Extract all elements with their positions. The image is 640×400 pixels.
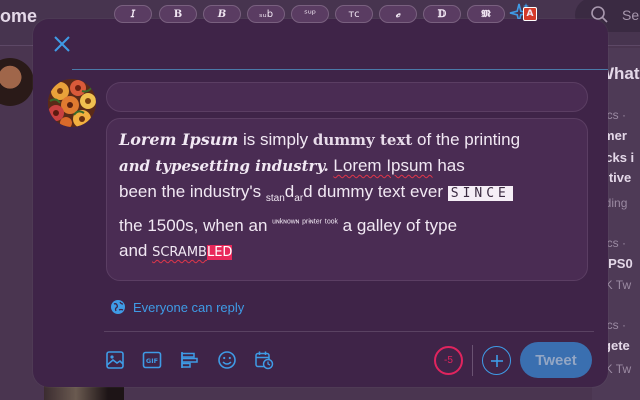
plus-icon xyxy=(490,354,503,367)
emoji-icon[interactable] xyxy=(216,349,238,371)
text-superscript: ᵘᶰᵏᶰᵒʷᶰ ᵖʳᶤᶰᵗᵉʳ ᵗᵒᵒᵏ xyxy=(272,218,338,229)
text-script: and typesetting industry. xyxy=(119,157,329,175)
close-icon[interactable] xyxy=(52,34,72,54)
avatar[interactable] xyxy=(0,58,34,106)
text-plain: of the printing xyxy=(412,130,521,149)
editor-line: Lorem Ipsum is simply dummy text of the … xyxy=(119,127,575,153)
timeline-image xyxy=(44,385,124,400)
globe-icon xyxy=(111,300,125,314)
fraktur-button[interactable]: 𝕸 xyxy=(467,5,505,23)
tweet-button[interactable]: Tweet xyxy=(520,342,592,378)
tweet-text-editor[interactable]: Lorem Ipsum is simply dummy text of the … xyxy=(106,118,588,281)
poll-icon[interactable] xyxy=(178,349,200,371)
doublestruck-button[interactable]: 𝔻 xyxy=(423,5,461,23)
schedule-icon[interactable] xyxy=(253,349,275,371)
text-highlighted: LED xyxy=(206,245,233,260)
add-thread-button[interactable] xyxy=(482,346,511,375)
bold-button[interactable]: 𝐁 xyxy=(159,5,197,23)
header-divider xyxy=(72,69,608,70)
counter-divider xyxy=(472,345,473,376)
reply-setting-label: Everyone can reply xyxy=(133,299,245,315)
text-subscript: stan xyxy=(265,193,285,204)
text-plain: d xyxy=(303,182,313,201)
editor-line: the 1500s, when an ᵘᶰᵏᶰᵒʷᶰ ᵖʳᶤᶰᵗᵉʳ ᵗᵒᵒᵏ … xyxy=(119,211,575,238)
text-spaced-box: SINCE xyxy=(447,186,513,201)
text-plain: dummy text ever xyxy=(312,182,448,201)
text-subscript: ar xyxy=(294,193,304,204)
editor-line: and typesetting industry. Lorem Ipsum ha… xyxy=(119,153,575,179)
editor-line: and SCRAMBLED xyxy=(119,238,575,265)
smallcaps-button[interactable]: ᴛᴄ xyxy=(335,5,373,23)
script-button[interactable]: 𝓬 xyxy=(379,5,417,23)
footer-divider xyxy=(104,331,594,332)
avatar[interactable] xyxy=(48,79,96,127)
editor-line: been the industry's standard dummy text … xyxy=(119,179,575,211)
image-icon[interactable] xyxy=(104,349,126,371)
text-smallcaps: SCRAMB xyxy=(152,245,207,260)
reply-setting-button[interactable]: Everyone can reply xyxy=(110,298,244,316)
text-misspelled: Lorem Ipsum xyxy=(333,156,433,175)
svg-text:GIF: GIF xyxy=(146,357,158,365)
flowers-image xyxy=(48,79,96,127)
text-bold-italic: Lorem Ipsum xyxy=(119,130,239,149)
page-title: ome xyxy=(0,6,38,26)
italic-button[interactable]: 𝘐 xyxy=(114,5,152,23)
text-plain: has xyxy=(432,156,465,175)
character-counter: -5 xyxy=(434,346,463,375)
text-plain: is simply xyxy=(238,130,313,149)
text-plain: and xyxy=(119,241,153,260)
text-plain: d xyxy=(284,182,295,201)
superscript-button[interactable]: ˢᵘᵖ xyxy=(291,5,329,23)
subscript-button[interactable]: ₛᵤb xyxy=(247,5,285,23)
gif-icon[interactable]: GIF xyxy=(141,349,163,371)
bold-italic-button[interactable]: 𝑩 xyxy=(203,5,241,23)
text-plain: been the industry's xyxy=(119,182,266,201)
format-toolbar xyxy=(106,82,588,112)
text-plain: a galley of type xyxy=(337,216,458,235)
highlight-button[interactable]: A xyxy=(523,7,537,21)
search-input[interactable]: Se xyxy=(622,7,639,23)
text-doublestruck: dummy text xyxy=(312,131,413,149)
text-plain: the 1500s, when an xyxy=(119,216,273,235)
